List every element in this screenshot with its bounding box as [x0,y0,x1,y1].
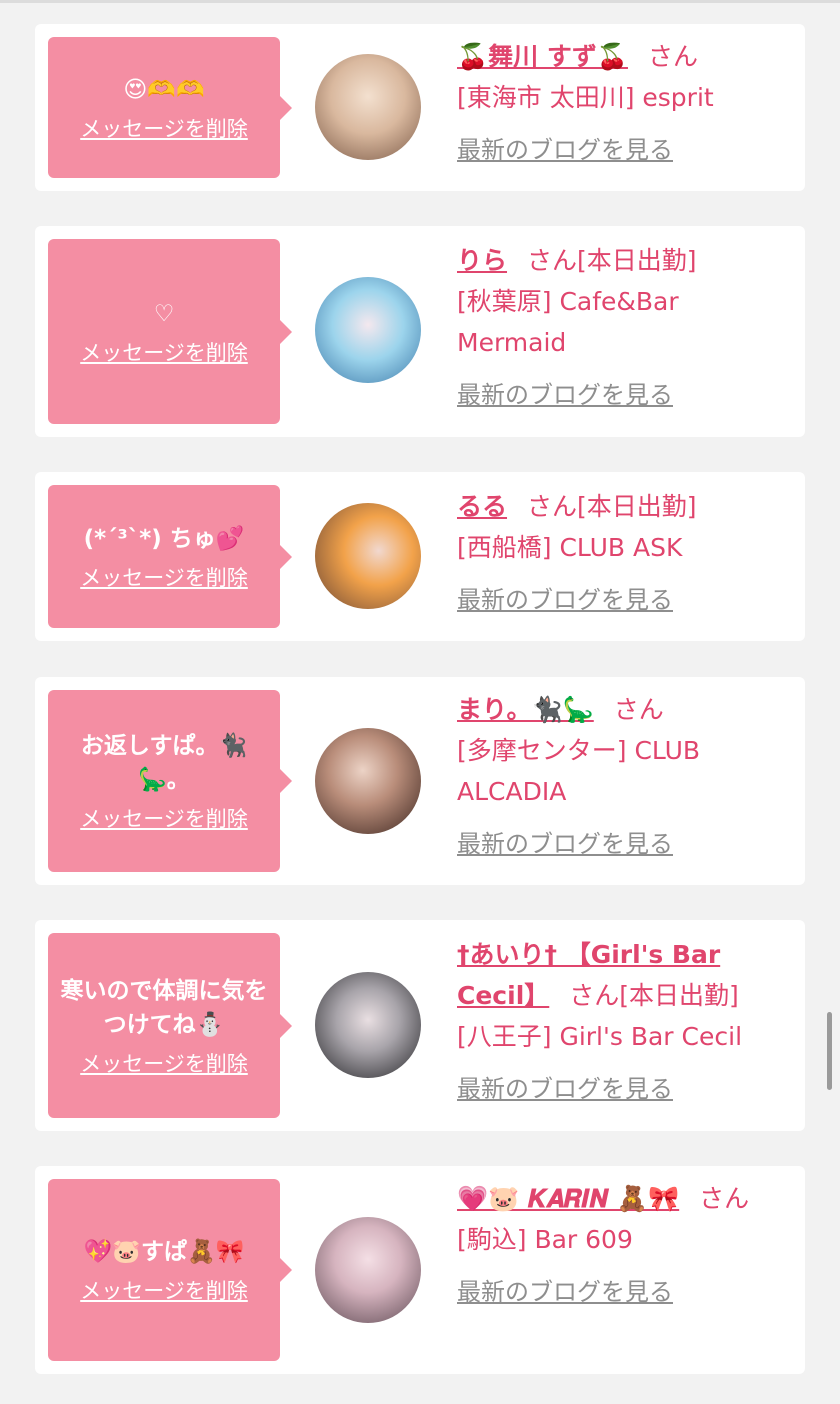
shop-text: [駒込] Bar 609 [457,1225,633,1254]
top-divider [0,0,840,3]
message-card: 寒いので体調に気をつけてね⛄️ メッセージを削除 †あいり† 【Girl's B… [35,920,805,1131]
delete-message-link[interactable]: メッセージを削除 [80,1048,248,1078]
message-bubble: 💖🐷すぱ🧸🎀 メッセージを削除 [48,1179,292,1361]
message-card: お返しすぱ。🐈‍⬛🦕。 メッセージを削除 まり。🐈‍⬛🦕 さん [多摩センター] … [35,677,805,885]
latest-blog-link[interactable]: 最新のブログを見る [457,1272,792,1313]
honorific: さん [527,492,578,521]
latest-blog-link[interactable]: 最新のブログを見る [457,1069,792,1110]
status-text: [本日出勤] [577,246,697,275]
status-text: [本日出勤] [577,492,697,521]
shop-text: [多摩センター] CLUB ALCADIA [457,736,701,806]
shop-text: [八王子] Girl's Bar Cecil [457,1022,743,1051]
profile-info: りら さん[本日出勤] [秋葉原] Cafe&Bar Mermaid 最新のブログ… [457,240,792,416]
latest-blog-link[interactable]: 最新のブログを見る [457,580,792,621]
message-text: (*´³`*) ちゅ💕 [83,525,245,552]
message-bubble: 😍🫶🫶 メッセージを削除 [48,37,292,178]
message-bubble: 寒いので体調に気をつけてね⛄️ メッセージを削除 [48,933,292,1118]
avatar[interactable] [315,972,421,1078]
shop-text: [西船橋] CLUB ASK [457,533,683,562]
profile-name-link[interactable]: 💗🐷 𝑲𝑨𝑹𝑰𝑵 🧸🎀 [457,1184,679,1213]
delete-message-link[interactable]: メッセージを削除 [80,337,248,367]
honorific: さん [613,695,664,724]
honorific: さん [699,1184,750,1213]
profile-name-link[interactable]: るる [457,492,507,521]
avatar[interactable] [315,1217,421,1323]
message-bubble: ♡ メッセージを削除 [48,239,292,424]
profile-name-link[interactable]: まり。🐈‍⬛🦕 [457,695,594,724]
message-card: 💖🐷すぱ🧸🎀 メッセージを削除 💗🐷 𝑲𝑨𝑹𝑰𝑵 🧸🎀 さん [駒込] Bar 6… [35,1166,805,1374]
message-bubble: (*´³`*) ちゅ💕 メッセージを削除 [48,485,292,628]
delete-message-link[interactable]: メッセージを削除 [80,562,248,592]
delete-message-link[interactable]: メッセージを削除 [80,113,248,143]
profile-info: まり。🐈‍⬛🦕 さん [多摩センター] CLUB ALCADIA 最新のブログを見… [457,689,792,865]
avatar[interactable] [315,503,421,609]
message-text: お返しすぱ。🐈‍⬛🦕。 [80,733,248,793]
avatar[interactable] [315,728,421,834]
message-card: 😍🫶🫶 メッセージを削除 🍒舞川 すず🍒 さん [東海市 太田川] esprit … [35,24,805,191]
latest-blog-link[interactable]: 最新のブログを見る [457,375,792,416]
scrollbar-thumb[interactable] [827,1012,832,1090]
profile-info: †あいり† 【Girl's Bar Cecil】 さん[本日出勤] [八王子] G… [457,934,792,1110]
avatar[interactable] [315,54,421,160]
profile-info: 💗🐷 𝑲𝑨𝑹𝑰𝑵 🧸🎀 さん [駒込] Bar 609 最新のブログを見る [457,1178,792,1313]
message-text: 💖🐷すぱ🧸🎀 [83,1239,245,1265]
latest-blog-link[interactable]: 最新のブログを見る [457,130,792,171]
shop-text: [秋葉原] Cafe&Bar Mermaid [457,287,679,357]
profile-info: るる さん[本日出勤] [西船橋] CLUB ASK 最新のブログを見る [457,486,792,621]
message-text: 寒いので体調に気をつけてね⛄️ [60,977,268,1038]
profile-info: 🍒舞川 すず🍒 さん [東海市 太田川] esprit 最新のブログを見る [457,36,792,171]
message-text: ♡ [153,300,175,327]
delete-message-link[interactable]: メッセージを削除 [80,803,248,833]
latest-blog-link[interactable]: 最新のブログを見る [457,824,792,865]
honorific: さん [527,246,578,275]
profile-name-link[interactable]: りら [457,246,507,275]
avatar[interactable] [315,277,421,383]
honorific: さん [647,42,698,71]
delete-message-link[interactable]: メッセージを削除 [80,1275,248,1305]
message-text: 😍🫶🫶 [123,76,205,103]
shop-text: [東海市 太田川] esprit [457,83,714,112]
message-card: (*´³`*) ちゅ💕 メッセージを削除 るる さん[本日出勤] [西船橋] CL… [35,472,805,641]
status-text: [本日出勤] [619,981,739,1010]
message-card: ♡ メッセージを削除 りら さん[本日出勤] [秋葉原] Cafe&Bar Mer… [35,226,805,437]
profile-name-link[interactable]: 🍒舞川 すず🍒 [457,42,628,71]
honorific: さん [569,981,620,1010]
message-bubble: お返しすぱ。🐈‍⬛🦕。 メッセージを削除 [48,690,292,872]
